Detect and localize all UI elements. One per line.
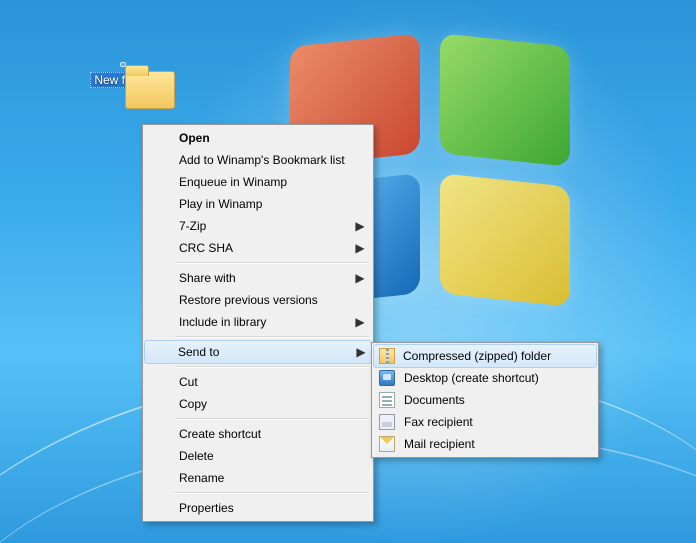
menu-separator (175, 262, 369, 264)
submenu-arrow-icon: ▶ (356, 341, 366, 363)
menu-create-shortcut[interactable]: Create shortcut (145, 423, 371, 445)
menu-separator (175, 492, 369, 494)
menu-cut[interactable]: Cut (145, 371, 371, 393)
menu-play-winamp[interactable]: Play in Winamp (145, 193, 371, 215)
fax-icon (379, 414, 395, 430)
menu-7zip[interactable]: 7-Zip▶ (145, 215, 371, 237)
menu-send-to[interactable]: Send to▶ (144, 340, 372, 364)
submenu-arrow-icon: ▶ (355, 237, 365, 259)
menu-share-with[interactable]: Share with▶ (145, 267, 371, 289)
mail-icon (379, 436, 395, 452)
menu-copy[interactable]: Copy (145, 393, 371, 415)
menu-separator (175, 366, 369, 368)
menu-separator (175, 418, 369, 420)
menu-delete[interactable]: Delete (145, 445, 371, 467)
menu-open[interactable]: Open (145, 127, 371, 149)
desktop-folder-item[interactable]: New folder (84, 56, 162, 88)
menu-separator (175, 336, 369, 338)
sendto-fax-recipient[interactable]: Fax recipient (374, 411, 596, 433)
menu-restore-versions[interactable]: Restore previous versions (145, 289, 371, 311)
submenu-arrow-icon: ▶ (355, 215, 365, 237)
menu-add-winamp-bookmark[interactable]: Add to Winamp's Bookmark list (145, 149, 371, 171)
send-to-submenu: Compressed (zipped) folder Desktop (crea… (371, 342, 599, 458)
sendto-documents[interactable]: Documents (374, 389, 596, 411)
menu-include-library[interactable]: Include in library▶ (145, 311, 371, 333)
submenu-arrow-icon: ▶ (355, 267, 365, 289)
context-menu: Open Add to Winamp's Bookmark list Enque… (142, 124, 374, 522)
sendto-desktop-shortcut[interactable]: Desktop (create shortcut) (374, 367, 596, 389)
desktop-icon (379, 370, 395, 386)
desktop[interactable]: New folder Open Add to Winamp's Bookmark… (0, 0, 696, 543)
submenu-arrow-icon: ▶ (355, 311, 365, 333)
menu-properties[interactable]: Properties (145, 497, 371, 519)
documents-icon (379, 392, 395, 408)
sendto-compressed-folder[interactable]: Compressed (zipped) folder (373, 344, 597, 368)
menu-enqueue-winamp[interactable]: Enqueue in Winamp (145, 171, 371, 193)
menu-crc-sha[interactable]: CRC SHA▶ (145, 237, 371, 259)
menu-rename[interactable]: Rename (145, 467, 371, 489)
zip-folder-icon (379, 348, 395, 364)
sendto-mail-recipient[interactable]: Mail recipient (374, 433, 596, 455)
